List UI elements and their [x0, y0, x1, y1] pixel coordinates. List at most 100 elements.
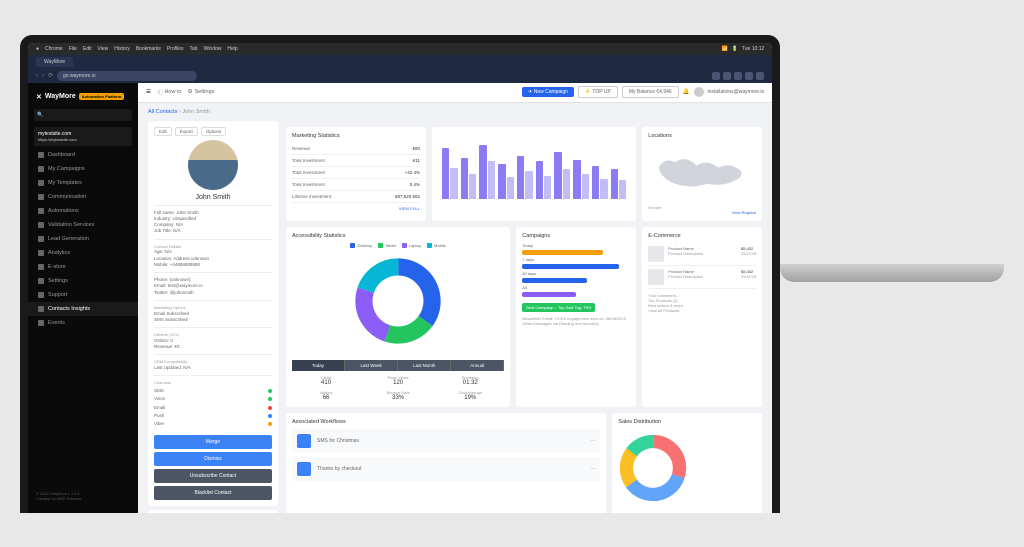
topnav-settings[interactable]: ⚙Settings	[188, 89, 215, 95]
new-campaign-button[interactable]: ✈ New Campaign	[522, 87, 574, 97]
status-dot-green	[268, 389, 272, 393]
browser-addressbar: ‹ › ⟳ go.waymore.io	[28, 69, 772, 83]
estore-icon	[38, 264, 44, 270]
nav-label: Communication	[48, 194, 86, 200]
leadgen-icon	[38, 236, 44, 242]
nav-communication[interactable]: Communication	[28, 190, 138, 204]
brand-logo[interactable]: ✕ WayMore Automation Platform	[28, 89, 138, 105]
ext-5[interactable]	[756, 72, 764, 80]
nav-label: Lead Generation	[48, 236, 89, 242]
user-avatar[interactable]	[694, 87, 704, 97]
ext-2[interactable]	[723, 72, 731, 80]
nav-support[interactable]: Support	[28, 288, 138, 302]
menubar-history[interactable]: History	[114, 46, 130, 52]
laptop-base	[780, 264, 1004, 282]
menubar-tab[interactable]: Tab	[190, 46, 198, 52]
ext-1[interactable]	[712, 72, 720, 80]
breadcrumb-root[interactable]: All Contacts	[148, 109, 177, 115]
channel-label: Viber	[154, 421, 164, 427]
back-icon[interactable]: ‹	[36, 73, 38, 79]
topup-button[interactable]: ⚡ TOP UP	[578, 86, 618, 98]
menubar-profiles[interactable]: Profiles	[167, 46, 184, 52]
nav-events[interactable]: Events	[28, 316, 138, 330]
product-date: 09/11/18	[741, 251, 756, 256]
card-title: Accessibility Statistics	[292, 233, 504, 239]
dashboard-icon	[38, 152, 44, 158]
product-row[interactable]: Product NameProduct Description $5,43209…	[648, 266, 756, 289]
metrics-grid: Clicks410 Page Views120 Browsing01:32 Vi…	[292, 375, 504, 401]
bar-label: 7 days	[522, 257, 630, 262]
menubar-chrome[interactable]: Chrome	[45, 46, 63, 52]
marketing-section: Marketing Opt-ins Email Subscribed SMS S…	[154, 300, 272, 327]
ellipsis-icon[interactable]: ⋯	[590, 438, 595, 444]
product-row[interactable]: Product NameProduct Description $5,43209…	[648, 243, 756, 266]
browser-tab[interactable]: WayMore	[36, 57, 73, 67]
site-url: https://mytestsite.com	[38, 137, 128, 142]
nav-analytics[interactable]: Analytics	[28, 246, 138, 260]
reload-icon[interactable]: ⟳	[48, 72, 53, 79]
nav-label: My Campaigns	[48, 166, 85, 172]
menubar-bookmarks[interactable]: Bookmarks	[136, 46, 161, 52]
view-regions-link[interactable]: View Regions	[648, 210, 756, 215]
url-input[interactable]: go.waymore.io	[57, 71, 197, 81]
menubar-file[interactable]: File	[69, 46, 77, 52]
site-selector[interactable]: mytestsite.com https://mytestsite.com	[34, 127, 132, 146]
stat-label: Lifetime Investment	[292, 194, 331, 199]
workflow-item[interactable]: SMS for Christmas ⋯	[292, 429, 600, 453]
nav-dashboard[interactable]: Dashboard	[28, 148, 138, 162]
ext-4[interactable]	[745, 72, 753, 80]
nav-contacts-insights[interactable]: Contacts Insights	[28, 302, 138, 316]
nav-settings[interactable]: Settings	[28, 274, 138, 288]
sidebar-footer: © 2022 Waymore v.1.0.1 Created by AMD Te…	[28, 485, 138, 507]
stat-label: Total Investment	[292, 158, 325, 163]
card-title: Marketing Statistics	[292, 133, 420, 139]
merge-button[interactable]: Merge	[154, 435, 272, 449]
edit-button[interactable]: Edit	[154, 127, 172, 136]
workflow-item[interactable]: Thanks by checkout ⋯	[292, 457, 600, 481]
menubar-edit[interactable]: Edit	[83, 46, 92, 52]
topnav-howto[interactable]: ⓘHow to	[157, 88, 182, 96]
export-button[interactable]: Export	[175, 127, 198, 136]
blacklist-button[interactable]: Blacklist Contact	[154, 486, 272, 500]
nav-automations[interactable]: Automations	[28, 204, 138, 218]
tab-month[interactable]: Last Month	[398, 360, 451, 371]
options-button[interactable]: Options	[201, 127, 227, 136]
menu-icon[interactable]: ☰	[146, 89, 151, 95]
crm-section: CRM Compatibility Last Updated: N/A	[154, 354, 272, 375]
nav-estore[interactable]: E-store	[28, 260, 138, 274]
nav-label: Events	[48, 320, 65, 326]
ellipsis-icon[interactable]: ⋯	[590, 466, 595, 472]
sidebar-search[interactable]: 🔍	[34, 109, 132, 121]
detail-line: Revenue: €0	[154, 344, 272, 350]
tab-week[interactable]: Last Week	[345, 360, 398, 371]
profile-name: John Smith	[154, 194, 272, 201]
nav-leadgen[interactable]: Lead Generation	[28, 232, 138, 246]
channel-label: Push	[154, 413, 164, 419]
battery-icon: 🔋	[732, 46, 738, 52]
dismiss-button[interactable]: Dismiss	[154, 452, 272, 466]
menubar-window[interactable]: Window	[204, 46, 222, 52]
menubar-help[interactable]: Help	[227, 46, 237, 52]
sales-distribution-card: Sales Distribution	[612, 413, 762, 513]
workflows-card: Associated Workflows SMS for Christmas ⋯…	[286, 413, 606, 513]
metric-value: 33%	[364, 395, 432, 401]
support-icon	[38, 292, 44, 298]
channels-section: Channels SMS Voice Email Push Viber	[154, 375, 272, 431]
channel-label: SMS	[154, 388, 164, 394]
tab-annual[interactable]: Annual	[451, 360, 504, 371]
legend-label: Tablet	[385, 243, 396, 248]
unsubscribe-button[interactable]: Unsubscribe Contact	[154, 469, 272, 483]
tab-today[interactable]: Today	[292, 360, 345, 371]
credits: Created by AMD Telecom	[36, 496, 130, 501]
nav-templates[interactable]: My Templates	[28, 176, 138, 190]
ext-3[interactable]	[734, 72, 742, 80]
detail-line: Last Updated: N/A	[154, 365, 272, 371]
menubar-view[interactable]: View	[98, 46, 109, 52]
status-dot-green	[268, 397, 272, 401]
breadcrumb: All Contacts › John Smith	[138, 103, 772, 121]
nav-campaigns[interactable]: My Campaigns	[28, 162, 138, 176]
notification-icon[interactable]: 🔔	[683, 89, 690, 95]
nav-validation[interactable]: Validation Services	[28, 218, 138, 232]
view-full-link[interactable]: VIEW FULL	[292, 206, 420, 211]
forward-icon[interactable]: ›	[42, 73, 44, 79]
